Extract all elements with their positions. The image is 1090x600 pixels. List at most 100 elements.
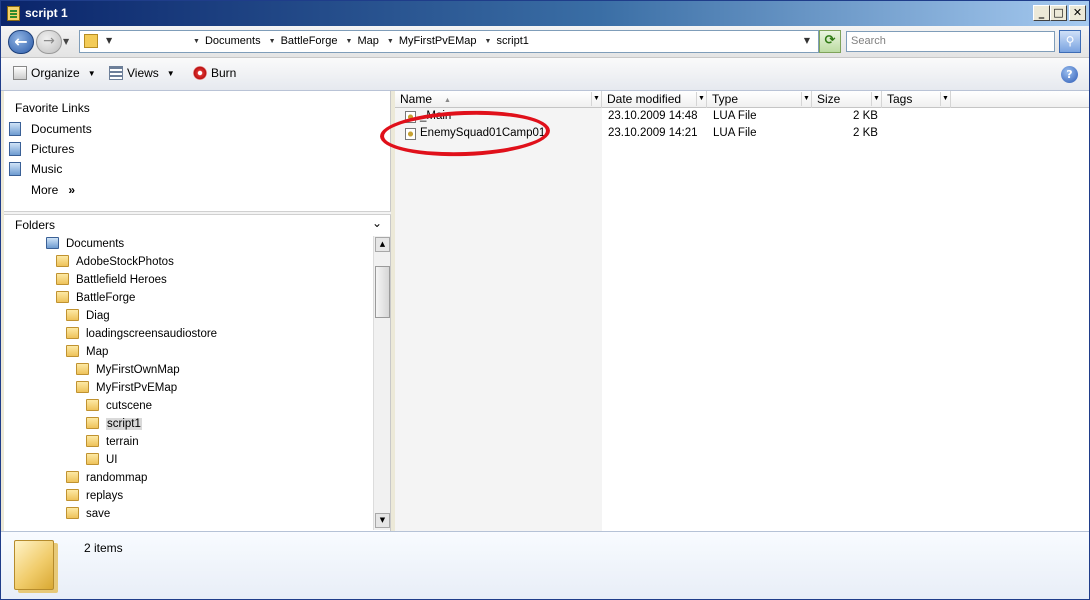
breadcrumb-documents[interactable]: Documents [205,35,261,47]
column-label: Name [400,92,433,106]
column-label: Date modified [607,92,682,106]
column-filter-chevron-icon[interactable]: ▼ [696,92,706,106]
folder-icon [66,507,79,519]
item-count: 2 items [84,541,123,555]
tree-item-label: UI [106,454,118,466]
breadcrumb-separator-icon[interactable]: ▼ [269,38,276,45]
folder-tree: Documents AdobeStockPhotos Battlefield Her… [4,236,372,528]
search-button[interactable]: ⚲ [1059,30,1081,53]
more-favorites-link[interactable]: More » [31,183,75,197]
column-filter-chevron-icon[interactable]: ▼ [940,92,950,106]
tree-item-label: Diag [86,310,110,322]
chevron-down-icon[interactable]: ⌄ [372,216,382,230]
tree-item-map[interactable]: Map [66,345,108,363]
column-label: Size [817,92,841,106]
tree-item-label: replays [86,490,124,502]
organize-button[interactable]: Organize ▼ [13,66,96,84]
favorite-music[interactable]: Music [9,162,62,180]
documents-icon [46,237,59,249]
organize-label: Organize [31,66,80,80]
tree-item-myfirstpvemap[interactable]: MyFirstPvEMap [76,381,177,399]
breadcrumb-separator-icon[interactable]: ▼ [387,38,394,45]
folder-icon [66,309,79,321]
favorite-label: Pictures [31,142,75,156]
pane-splitter[interactable] [4,211,391,215]
column-filter-chevron-icon[interactable]: ▼ [801,92,811,106]
refresh-button[interactable]: ⟳ [819,30,841,53]
column-type[interactable]: Type ▼ [707,91,812,108]
burn-button[interactable]: Burn [193,66,236,84]
help-button[interactable]: ? [1061,66,1078,83]
file-type: LUA File [713,127,757,139]
tree-item-cutscene[interactable]: cutscene [86,399,152,417]
views-button[interactable]: Views ▼ [109,66,175,84]
burn-label: Burn [211,66,237,80]
folder-icon [76,381,89,393]
breadcrumb-battleforge[interactable]: BattleForge [281,35,338,47]
search-input[interactable]: Search [846,31,1055,52]
tree-scrollbar[interactable]: ▲ ▼ [373,236,390,530]
scroll-down-arrow-icon[interactable]: ▼ [375,513,390,528]
favorite-documents[interactable]: Documents [9,122,92,140]
breadcrumb-map[interactable]: Map [357,35,378,47]
breadcrumb-separator-icon[interactable]: ▼ [485,38,492,45]
breadcrumb-script1[interactable]: script1 [496,35,528,47]
forward-button[interactable]: → [36,30,62,54]
tree-item-diag[interactable]: Diag [66,309,110,327]
column-size[interactable]: Size ▼ [812,91,882,108]
recent-pages-chevron-icon[interactable]: ▼ [63,37,69,46]
column-filter-chevron-icon[interactable]: ▼ [871,92,881,106]
scroll-up-arrow-icon[interactable]: ▲ [375,237,390,252]
tree-item-ui[interactable]: UI [86,453,118,471]
tree-item-label: Map [86,346,109,358]
tree-item-label: Battlefield Heroes [76,274,167,286]
column-filter-chevron-icon[interactable]: ▼ [591,92,601,106]
tree-item-label: cutscene [106,400,153,412]
window-title: script 1 [25,6,68,20]
maximize-button[interactable]: □ [1050,5,1067,21]
tree-item-documents[interactable]: Documents [46,237,124,255]
folder-icon [86,399,99,411]
breadcrumb-separator-icon[interactable]: ▼ [346,38,353,45]
tree-item-loadingscreensaudiostore[interactable]: loadingscreensaudiostore [66,327,217,345]
back-button[interactable]: ← [8,30,34,54]
column-name[interactable]: Name ▲ ▼ [395,91,602,108]
sorted-column-highlight [395,107,602,531]
favorite-pictures[interactable]: Pictures [9,142,74,160]
folder-icon [84,34,98,48]
title-bar[interactable]: script 1 _ □ ✕ [1,1,1089,26]
breadcrumb-separator-icon[interactable]: ▼ [193,38,200,45]
breadcrumb-myfirstpvemap[interactable]: MyFirstPvEMap [399,35,477,47]
tree-item-label: MyFirstPvEMap [96,382,178,394]
minimize-button[interactable]: _ [1033,5,1050,21]
tree-item-myfirstownmap[interactable]: MyFirstOwnMap [76,363,180,381]
folder-icon [66,327,79,339]
favorite-links-title: Favorite Links [15,101,90,115]
tree-item-battleforge[interactable]: BattleForge [56,291,135,309]
tree-item-label: terrain [106,436,139,448]
documents-icon [9,122,21,136]
tree-item-randommap[interactable]: randommap [66,471,147,489]
column-tags[interactable]: Tags ▼ [882,91,951,108]
file-size: 2 KB [853,110,878,122]
address-history-chevron-icon[interactable]: ▼ [804,36,810,45]
address-chevron-icon[interactable]: ▼ [106,36,112,45]
folder-icon [66,345,79,357]
tree-item-adobestockphotos[interactable]: AdobeStockPhotos [56,255,174,273]
views-label: Views [127,66,159,80]
address-bar[interactable]: ▼ ▼ Documents ▼ BattleForge ▼ Map ▼ MyFirstP… [79,30,819,53]
scroll-thumb[interactable] [375,266,390,318]
chevron-down-icon: ▼ [166,69,175,78]
music-icon [9,162,21,176]
tree-item-replays[interactable]: replays [66,489,123,507]
tree-item-battlefield-heroes[interactable]: Battlefield Heroes [56,273,167,291]
tree-item-script1[interactable]: script1 [86,417,142,435]
file-type: LUA File [713,110,757,122]
views-icon [109,66,123,80]
close-button[interactable]: ✕ [1069,5,1086,21]
tree-item-save[interactable]: save [66,507,110,525]
tree-item-terrain[interactable]: terrain [86,435,139,453]
column-date-modified[interactable]: Date modified ▼ [602,91,707,108]
folders-header[interactable]: Folders [15,218,55,232]
navigation-pane: Favorite Links Documents Pictures Music … [4,91,391,531]
